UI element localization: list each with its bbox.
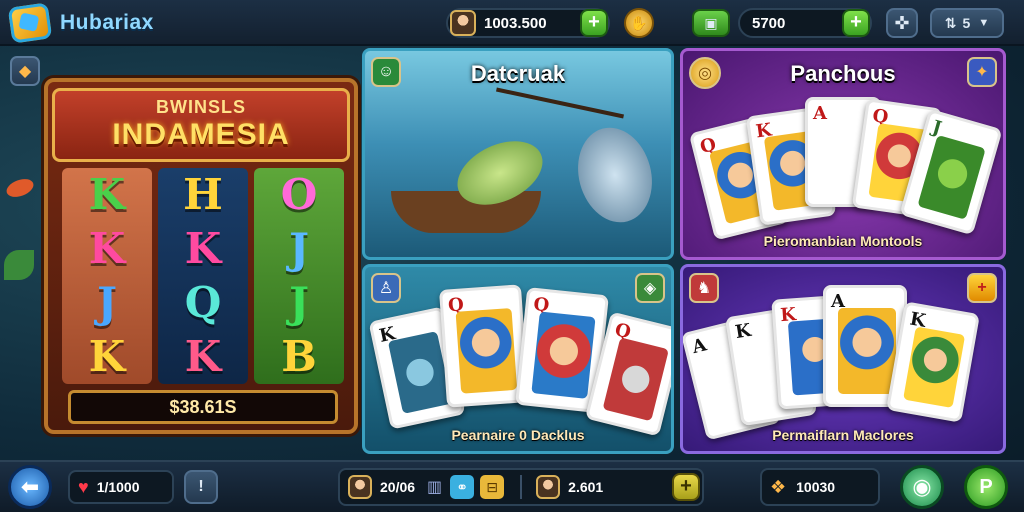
reel-symbol: J xyxy=(289,278,309,327)
cards-game-tile-bottom-right[interactable]: ♞ + A K K A K Permaiflarn Maclores xyxy=(680,264,1006,454)
reel-symbol: K xyxy=(184,224,222,273)
playing-card: Q xyxy=(438,284,530,408)
flag-icon: P xyxy=(979,475,993,498)
reel-symbol: K xyxy=(88,332,126,381)
gold-coin-icon[interactable]: ✋ xyxy=(624,8,654,38)
reel-symbol: K xyxy=(88,224,126,273)
add-stat-button[interactable]: + xyxy=(672,473,700,501)
info-icon: ǃ xyxy=(198,478,204,495)
reel-symbol: O xyxy=(280,170,318,219)
slot-title: INDAMESIA xyxy=(112,118,290,151)
stats-bar: 20/06 ▥ ⚭ ⊟ 2.601 xyxy=(338,468,704,506)
gems-display: ❖ 10030 xyxy=(760,468,880,506)
hearts-value: 1/1000 xyxy=(96,479,140,495)
level-dropdown[interactable]: ⇅ 5 ▼ xyxy=(930,8,1004,38)
decor-fish-icon xyxy=(4,175,36,201)
character-badge-icon[interactable]: ♙ xyxy=(371,273,401,303)
back-arrow-icon: ⬅ xyxy=(20,474,40,499)
stat-a-value: 20/06 xyxy=(380,479,416,495)
cards-top-title: Panchous xyxy=(790,61,896,86)
slot-win-amount: $38.61S xyxy=(68,390,338,424)
reel-symbol: K xyxy=(88,170,126,219)
chevron-down-icon: ▼ xyxy=(978,17,990,29)
slot-game-tile[interactable]: BWINSLS INDAMESIA K K J K H K Q K O J J … xyxy=(44,78,358,434)
fishing-game-tile[interactable]: Datcruak ☺ xyxy=(362,48,674,260)
card-badge-icon[interactable]: ♞ xyxy=(689,273,719,303)
blue-fish-icon xyxy=(567,119,663,231)
cards-bottom-right-caption: Permaiflarn Maclores xyxy=(772,427,914,443)
gem-badge-icon[interactable]: ◈ xyxy=(635,273,665,303)
back-button[interactable]: ⬅ xyxy=(8,465,52,509)
chat-icon: ◉ xyxy=(912,474,932,499)
cards-game-tile-top[interactable]: ◎ ✦ Panchous Q K A Q J Pieromanbian Mont… xyxy=(680,48,1006,260)
reel-symbol: Q xyxy=(184,278,222,327)
hearts-display: ♥ 1/1000 xyxy=(68,470,174,504)
reel-symbol: K xyxy=(184,332,222,381)
info-button[interactable]: ǃ xyxy=(184,470,218,504)
slot-subtitle: BWINSLS xyxy=(156,97,246,117)
gems-value: 10030 xyxy=(796,479,836,495)
player-coins-value: 1003.500 xyxy=(484,14,547,32)
stat-b-value: 2.601 xyxy=(568,479,604,495)
share-icon[interactable]: ⚭ xyxy=(450,475,475,499)
reel-2: H K Q K xyxy=(158,168,248,384)
reel-symbol: B xyxy=(281,332,317,381)
settings-gear-icon[interactable]: ✜ xyxy=(886,8,918,38)
side-menu-icon[interactable]: ◆ xyxy=(10,56,40,86)
plus-badge-icon[interactable]: + xyxy=(967,273,997,303)
decor-leaf-icon xyxy=(4,250,34,280)
add-wallet-button[interactable]: + xyxy=(842,9,870,37)
bottom-bar: ⬅ ♥ 1/1000 ǃ 20/06 ▥ ⚭ ⊟ 2.601 + ❖ 10030… xyxy=(0,460,1024,512)
top-bar: Hubariax 1003.500 + ✋ ▣ 5700 + ✜ ⇅ 5 ▼ xyxy=(0,0,1024,46)
chart-icon: ▥ xyxy=(427,479,443,496)
player-avatar[interactable] xyxy=(348,475,372,499)
slot-reels: K K J K H K Q K O J J B xyxy=(62,168,344,384)
add-coins-button[interactable]: + xyxy=(580,9,608,37)
wallet-value: 5700 xyxy=(752,14,786,32)
reel-1: K K J K xyxy=(62,168,152,384)
treasure-icon: ❖ xyxy=(770,476,787,497)
app-logo-icon[interactable] xyxy=(7,2,53,44)
fisher-avatar-icon[interactable]: ☺ xyxy=(371,57,401,87)
reel-symbol: J xyxy=(289,224,309,273)
play-button[interactable]: P xyxy=(964,465,1008,509)
opponent-avatar[interactable] xyxy=(536,475,561,499)
slot-banner: BWINSLS INDAMESIA xyxy=(52,88,350,162)
cash-icon[interactable]: ▣ xyxy=(692,9,730,37)
reel-symbol: J xyxy=(97,278,117,327)
player-avatar[interactable] xyxy=(450,10,476,36)
fishing-rod-icon xyxy=(496,87,624,119)
cards-game-tile-bottom-left[interactable]: ♙ ◈ K Q Q Q Pearnaire 0 Dacklus xyxy=(362,264,674,454)
divider xyxy=(520,475,523,499)
cards-bottom-left-caption: Pearnaire 0 Dacklus xyxy=(451,427,585,443)
fishing-title: Datcruak xyxy=(470,61,566,86)
heart-icon: ♥ xyxy=(78,476,89,497)
chat-button[interactable]: ◉ xyxy=(900,465,944,509)
reel-symbol: H xyxy=(183,170,223,219)
app-title: Hubariax xyxy=(60,11,154,34)
reel-3: O J J B xyxy=(254,168,344,384)
cards-top-caption: Pieromanbian Montools xyxy=(763,233,923,249)
level-value: 5 xyxy=(962,15,971,31)
level-icon: ⇅ xyxy=(944,14,957,31)
gold-block-icon[interactable]: ⊟ xyxy=(480,475,505,499)
